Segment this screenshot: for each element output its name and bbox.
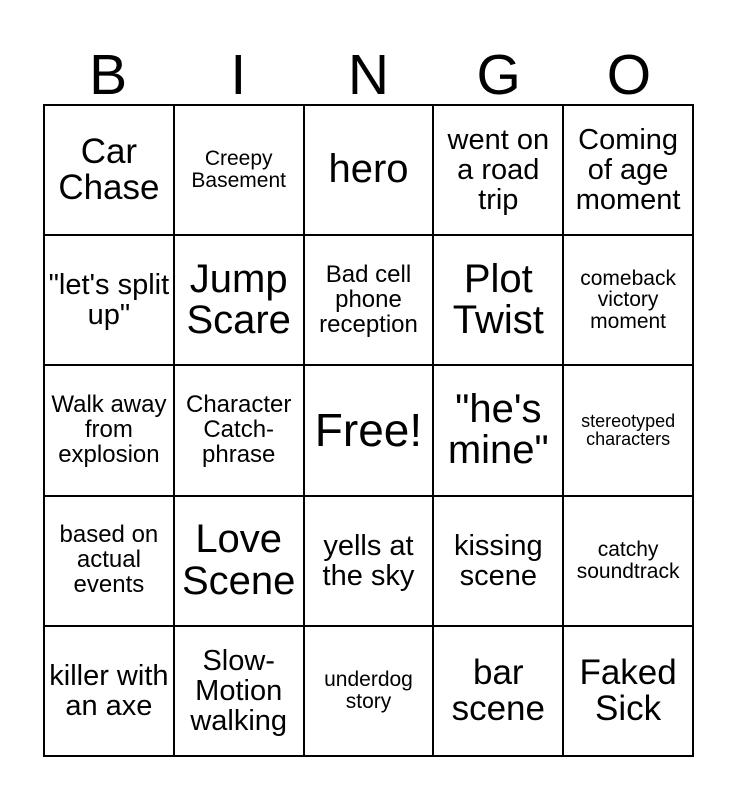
bingo-cell-r1c3[interactable]: hero [304,106,435,237]
bingo-cell-r4c1[interactable]: based on actual events [45,496,175,627]
bingo-cell-r2c5[interactable]: comeback victory moment [564,236,694,367]
bingo-cell-label: Faked Sick [579,652,677,728]
bingo-cell-r1c4[interactable]: went on a road trip [434,106,565,237]
bingo-cell-r4c4[interactable]: kissing scene [434,496,565,627]
bingo-cell-r2c4[interactable]: Plot Twist [434,236,565,367]
bingo-header-row: B I N G O [43,30,694,104]
bingo-cell-label: yells at the sky [322,529,415,592]
header-letter-o: O [606,43,652,107]
header-letter-i: I [230,43,247,107]
bingo-cell-label: underdog story [324,668,413,713]
bingo-cell-r1c2[interactable]: Creepy Basement [174,106,305,237]
bingo-cell-label: catchy soundtrack [576,537,680,583]
bingo-cell-label: Car Chase [58,131,160,208]
bingo-cell-label: Bad cell phone reception [319,260,418,338]
bingo-cell-r5c5[interactable]: Faked Sick [564,626,694,757]
bingo-cell-label: Free! [314,403,423,456]
bingo-cell-label: stereotyped characters [581,410,676,450]
header-letter-b: B [89,43,128,107]
bingo-cell-label: "he's mine" [447,386,549,473]
bingo-cell-r2c1[interactable]: "let's split up" [45,236,175,367]
bingo-cell-label: Creepy Basement [191,147,286,193]
bingo-cell-r4c2[interactable]: Love Scene [174,496,305,627]
bingo-cell-r1c1[interactable]: Car Chase [45,106,175,237]
bingo-cell-label: Love Scene [181,517,296,603]
bingo-cell-label: "let's split up" [48,269,170,332]
header-letter-g: G [476,43,521,107]
bingo-grid: Car Chase Creepy Basement hero went on a ro… [43,104,694,757]
bingo-cell-r3c5[interactable]: stereotyped characters [564,366,694,497]
bingo-cell-r5c3[interactable]: underdog story [304,626,435,757]
bingo-cell-label: kissing scene [453,529,543,592]
bingo-cell-label: Walk away from explosion [51,391,167,468]
bingo-cell-label: Character Catch-phrase [186,391,292,468]
bingo-cell-r4c3[interactable]: yells at the sky [304,496,435,627]
bingo-cell-r2c3[interactable]: Bad cell phone reception [304,236,435,367]
bingo-cell-r5c1[interactable]: killer with an axe [45,626,175,757]
header-letter-n: N [347,43,390,107]
bingo-cell-r3c2[interactable]: Character Catch-phrase [174,366,305,497]
bingo-cell-r5c4[interactable]: bar scene [434,626,565,757]
bingo-cell-label: went on a road trip [447,123,550,217]
bingo-cell-label: Coming of age moment [575,123,681,217]
bingo-cell-r1c5[interactable]: Coming of age moment [564,106,694,237]
bingo-cell-r2c2[interactable]: Jump Scare [174,236,305,367]
bingo-cell-label: hero [328,147,409,192]
bingo-cell-label: comeback victory moment [580,266,676,334]
bingo-cell-r3c1[interactable]: Walk away from explosion [45,366,175,497]
bingo-cell-r4c5[interactable]: catchy soundtrack [564,496,694,627]
bingo-cell-r3c4[interactable]: "he's mine" [434,366,565,497]
bingo-cell-r5c2[interactable]: Slow-Motion walking [174,626,305,757]
bingo-cell-label: Plot Twist [452,256,544,343]
bingo-cell-label: Slow-Motion walking [190,644,288,737]
bingo-cell-label: killer with an axe [49,659,169,722]
bingo-cell-r3c3[interactable]: Free! [304,366,435,497]
bingo-cell-label: Jump Scare [186,256,291,343]
bingo-cell-label: based on actual events [59,521,159,599]
bingo-cell-label: bar scene [451,652,545,728]
bingo-card: B I N G O Car Chase Creepy Basement hero we… [0,0,736,800]
